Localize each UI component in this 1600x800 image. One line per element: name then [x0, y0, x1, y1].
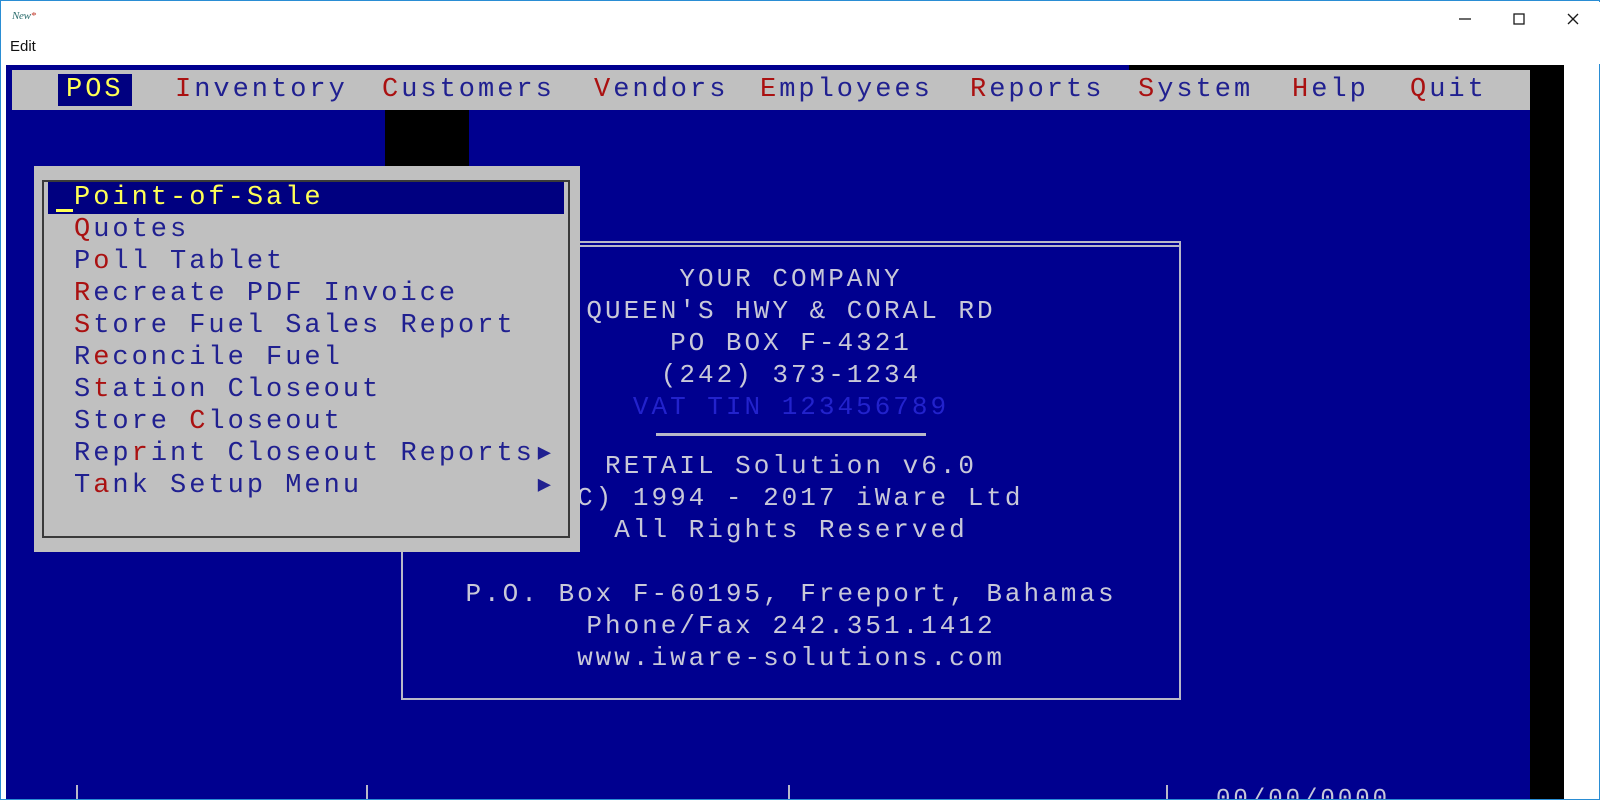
menu-item-label: Tank Setup Menu	[74, 471, 363, 501]
accelerator-char: C	[382, 75, 402, 105]
menu-item-label: Recreate PDF Invoice	[74, 279, 459, 309]
menu-quit[interactable]: Quit	[1402, 74, 1495, 106]
pos-menu-item-reprint-closeout-reports[interactable]: Reprint Closeout Reports ▶	[48, 438, 564, 470]
accelerator-char: o	[93, 247, 113, 277]
status-separator-1	[76, 785, 78, 799]
menu-system[interactable]: System	[1130, 74, 1261, 106]
vendor-website: www.iware-solutions.com	[577, 643, 1005, 673]
app-menu-bar: POS Inventory Customers Vendors Employees Rep…	[12, 70, 1530, 110]
accelerator-char: e	[93, 343, 113, 373]
window-title: New*	[12, 10, 36, 22]
window-title-text: New	[12, 10, 31, 22]
accelerator-char: P	[66, 75, 86, 105]
accelerator-char: P	[74, 183, 94, 213]
menu-help[interactable]: Help	[1284, 74, 1377, 106]
panel-divider	[656, 433, 926, 436]
menu-item-label: Point-of-Sale	[74, 183, 324, 213]
accelerator-char: V	[594, 75, 614, 105]
menu-item-label: Station Closeout	[74, 375, 382, 405]
accelerator-char: Q	[1410, 75, 1430, 105]
title-bar: New*	[2, 2, 1600, 34]
menu-employees[interactable]: Employees	[752, 74, 941, 106]
screenshot-root: New* Edit YOUR COMPANY QUEEN'S HWY & COR…	[0, 0, 1600, 800]
menu-item-label: Quotes	[74, 215, 190, 245]
accelerator-char: R	[970, 75, 990, 105]
menu-pos[interactable]: POS	[58, 74, 132, 106]
os-menu-item-edit[interactable]: Edit	[10, 38, 36, 55]
accelerator-char: I	[175, 75, 195, 105]
application-window: New* Edit YOUR COMPANY QUEEN'S HWY & COR…	[0, 0, 1600, 800]
vendor-phone: Phone/Fax 242.351.1412	[586, 611, 996, 641]
maximize-icon	[1513, 12, 1525, 25]
pos-menu-item-station-closeout[interactable]: Station Closeout	[48, 374, 564, 406]
menu-reports[interactable]: Reports	[962, 74, 1112, 106]
accelerator-char: Q	[74, 215, 94, 245]
status-separator-3	[788, 785, 790, 799]
pos-menu-item-tank-setup-menu[interactable]: Tank Setup Menu ▶	[48, 470, 564, 502]
pos-menu-item-recreate-pdf-invoice[interactable]: Recreate PDF Invoice	[48, 278, 564, 310]
pos-menu-item-store-closeout[interactable]: Store Closeout	[48, 406, 564, 438]
pos-menu-item-poll-tablet[interactable]: Poll Tablet	[48, 246, 564, 278]
accelerator-char: S	[1138, 75, 1158, 105]
status-separator-4	[1166, 785, 1168, 799]
minimize-button[interactable]	[1438, 2, 1492, 35]
terminal-viewport: YOUR COMPANY QUEEN'S HWY & CORAL RD PO B…	[6, 65, 1564, 799]
menu-vendors[interactable]: Vendors	[586, 74, 736, 106]
accelerator-char: R	[74, 279, 94, 309]
submenu-arrow-icon: ▶	[537, 441, 554, 466]
menu-item-label: Reprint Closeout Reports	[74, 439, 535, 469]
pos-menu-item-reconcile-fuel[interactable]: Reconcile Fuel	[48, 342, 564, 374]
pos-menu-item-store-fuel-sales-report[interactable]: Store Fuel Sales Report	[48, 310, 564, 342]
accelerator-char: H	[1292, 75, 1312, 105]
accelerator-char: E	[760, 75, 780, 105]
menu-item-label: Store Closeout	[74, 407, 343, 437]
status-bar: 00/00/0000	[6, 783, 1530, 799]
minimize-icon	[1459, 17, 1471, 20]
pos-menu-item-point-of-sale[interactable]: Point-of-Sale	[48, 182, 564, 214]
pos-dropdown-menu: Point-of-Sale Quotes Poll Tablet Recreate P…	[34, 166, 580, 552]
window-controls	[1438, 2, 1600, 35]
status-date: 00/00/0000	[1216, 786, 1390, 799]
menu-cursor-indicator	[56, 209, 73, 212]
maximize-button[interactable]	[1492, 2, 1546, 35]
accelerator-char: C	[189, 407, 209, 437]
pos-menu-item-quotes[interactable]: Quotes	[48, 214, 564, 246]
menu-inventory[interactable]: Inventory	[167, 74, 356, 106]
accelerator-char: r	[131, 439, 151, 469]
menu-item-label: Reconcile Fuel	[74, 343, 343, 373]
submenu-arrow-icon: ▶	[537, 473, 554, 498]
menu-item-label: Store Fuel Sales Report	[74, 311, 516, 341]
accelerator-char: S	[74, 311, 94, 341]
os-menu-bar: Edit	[2, 34, 1600, 64]
menu-customers[interactable]: Customers	[374, 74, 563, 106]
window-title-modified-marker: *	[30, 10, 37, 22]
accelerator-char: a	[93, 471, 113, 501]
pos-dropdown-items: Point-of-Sale Quotes Poll Tablet Recreate P…	[42, 180, 570, 538]
close-icon	[1567, 13, 1579, 24]
accelerator-char: t	[93, 375, 113, 405]
menu-item-label: Poll Tablet	[74, 247, 286, 277]
vendor-address: P.O. Box F-60195, Freeport, Bahamas	[465, 579, 1117, 609]
close-button[interactable]	[1546, 2, 1600, 35]
status-separator-2	[366, 785, 368, 799]
panel-border-bottom	[401, 698, 1181, 700]
